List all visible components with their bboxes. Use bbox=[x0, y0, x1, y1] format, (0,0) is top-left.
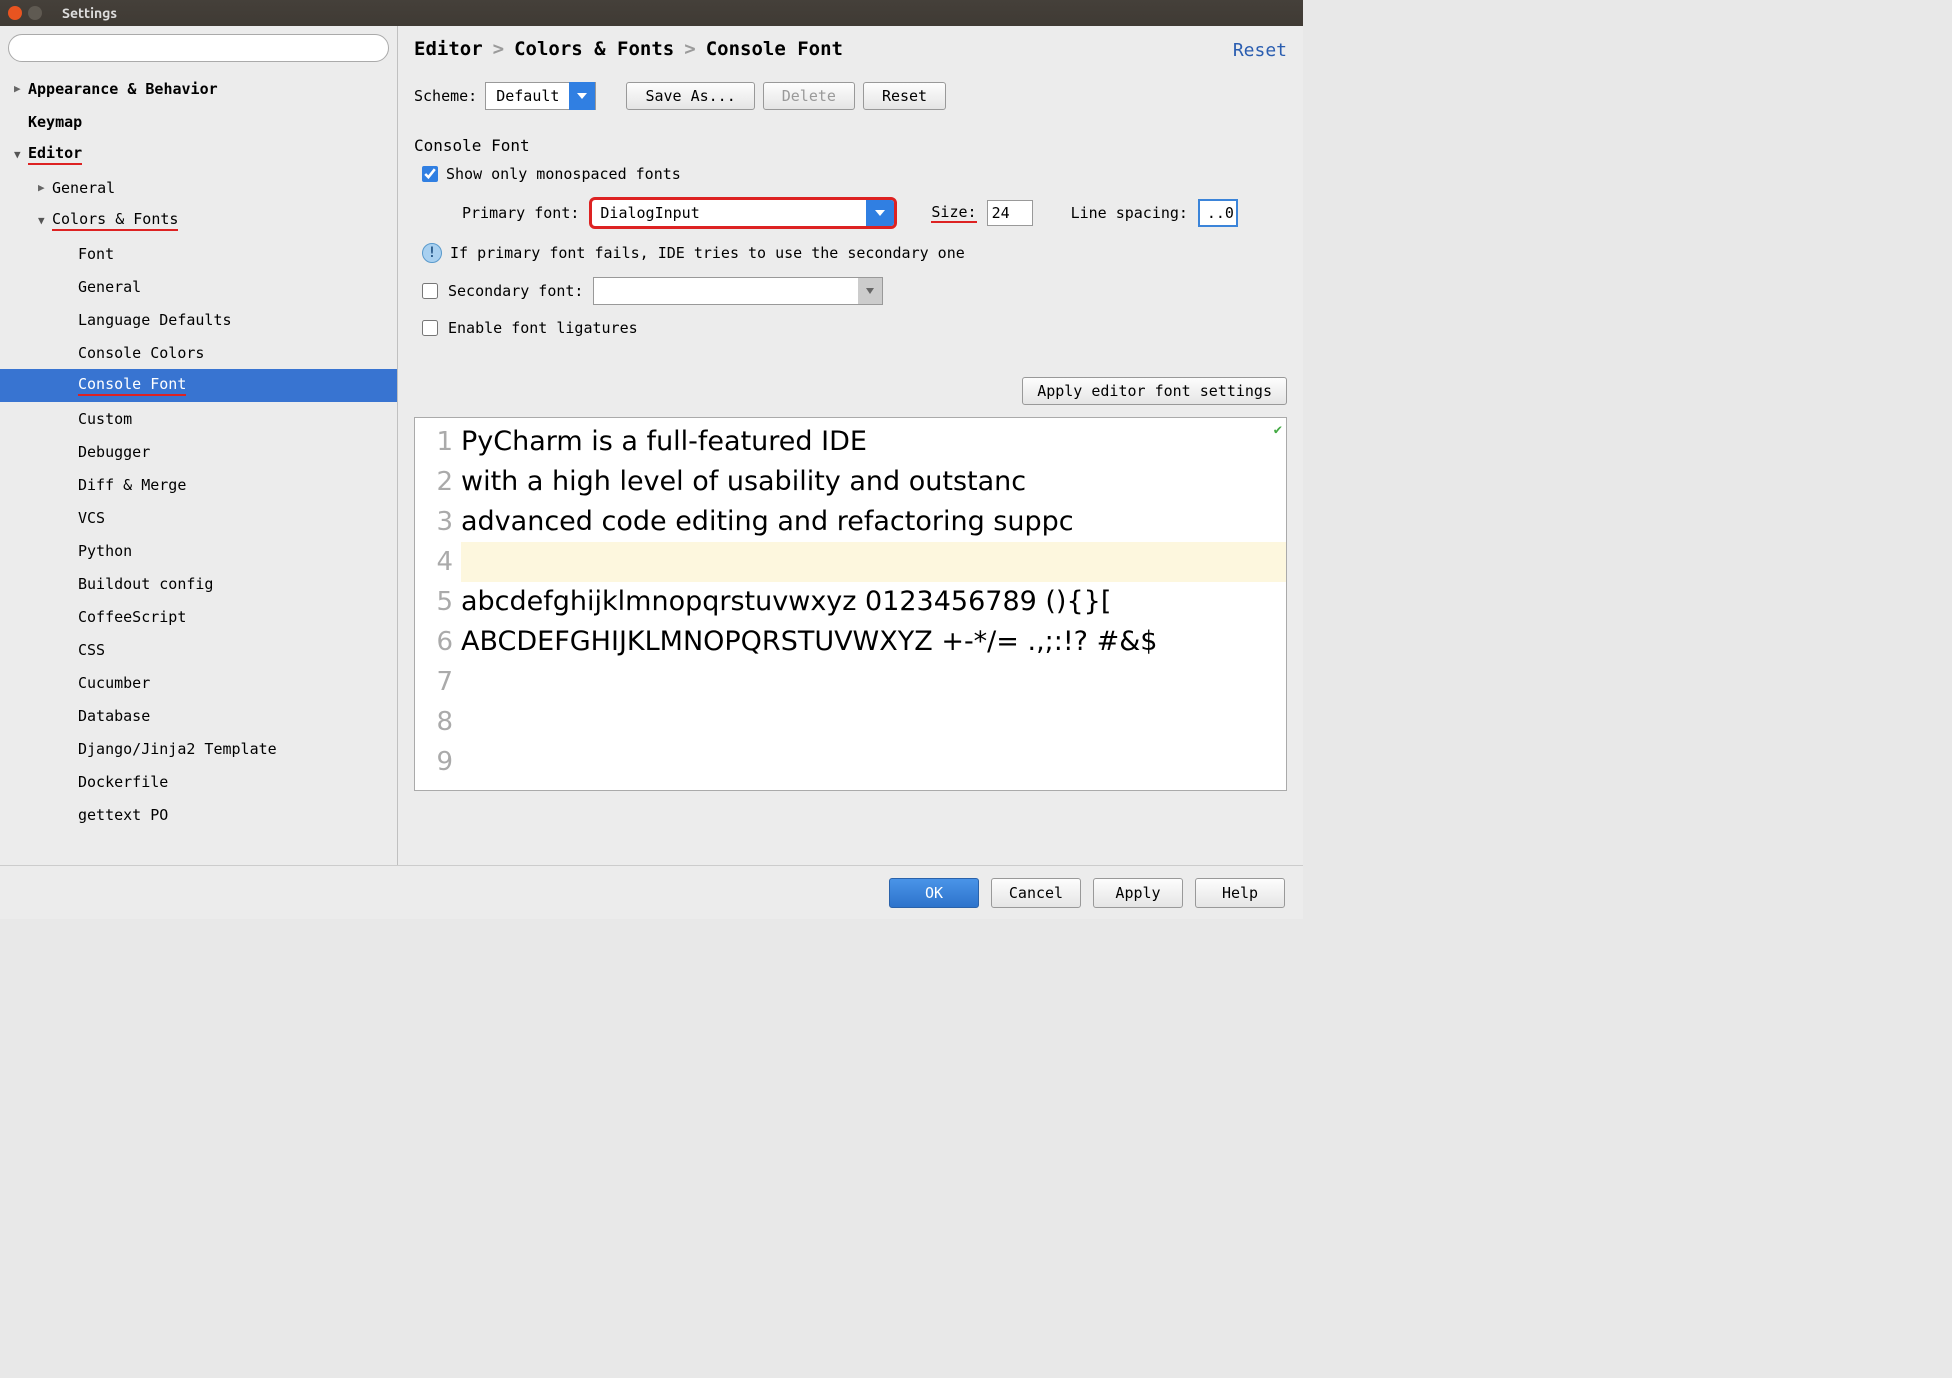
breadcrumb: Editor > Colors & Fonts > Console Font bbox=[414, 38, 1287, 60]
chevron-right-icon: > bbox=[493, 38, 504, 60]
tree-item-gettext[interactable]: gettext PO bbox=[0, 798, 397, 831]
tree-item-diff-merge[interactable]: Diff & Merge bbox=[0, 468, 397, 501]
tree-item-coffeescript[interactable]: CoffeeScript bbox=[0, 600, 397, 633]
main-panel: Editor > Colors & Fonts > Console Font R… bbox=[398, 26, 1303, 865]
minimize-icon[interactable] bbox=[28, 6, 42, 20]
scheme-select[interactable]: Default bbox=[485, 82, 596, 110]
search-input[interactable] bbox=[8, 34, 389, 62]
tree-item-cucumber[interactable]: Cucumber bbox=[0, 666, 397, 699]
breadcrumb-colors[interactable]: Colors & Fonts bbox=[514, 38, 674, 60]
show-monospaced-label: Show only monospaced fonts bbox=[446, 165, 681, 183]
settings-tree: ▶ Appearance & Behavior Keymap ▼ Editor … bbox=[0, 72, 397, 831]
primary-font-label: Primary font: bbox=[462, 204, 579, 222]
titlebar: Settings bbox=[0, 0, 1303, 26]
ok-button[interactable]: OK bbox=[889, 878, 979, 908]
ligatures-label: Enable font ligatures bbox=[448, 319, 638, 337]
delete-button: Delete bbox=[763, 82, 855, 110]
section-console-font: Console Font bbox=[414, 136, 1287, 155]
ligatures-checkbox[interactable] bbox=[422, 320, 438, 336]
tree-item-vcs[interactable]: VCS bbox=[0, 501, 397, 534]
dropdown-icon bbox=[569, 82, 595, 110]
save-as-button[interactable]: Save As... bbox=[626, 82, 754, 110]
tree-colors-fonts[interactable]: ▼ Colors & Fonts bbox=[0, 204, 397, 237]
reset-link[interactable]: Reset bbox=[1233, 40, 1287, 61]
breadcrumb-editor[interactable]: Editor bbox=[414, 38, 483, 60]
close-icon[interactable] bbox=[8, 6, 22, 20]
tree-item-css[interactable]: CSS bbox=[0, 633, 397, 666]
tree-item-language-defaults[interactable]: Language Defaults bbox=[0, 303, 397, 336]
secondary-font-label: Secondary font: bbox=[448, 282, 583, 300]
line-spacing-label: Line spacing: bbox=[1071, 204, 1188, 222]
show-monospaced-checkbox[interactable] bbox=[422, 166, 438, 182]
settings-sidebar: 🔍 ▶ Appearance & Behavior Keymap ▼ Edito… bbox=[0, 26, 398, 865]
apply-button[interactable]: Apply bbox=[1093, 878, 1183, 908]
tree-keymap[interactable]: Keymap bbox=[0, 105, 397, 138]
primary-font-select[interactable]: DialogInput bbox=[589, 197, 897, 229]
dropdown-icon bbox=[866, 200, 894, 226]
tree-item-custom[interactable]: Custom bbox=[0, 402, 397, 435]
tree-item-debugger[interactable]: Debugger bbox=[0, 435, 397, 468]
tree-item-django[interactable]: Django/Jinja2 Template bbox=[0, 732, 397, 765]
dropdown-icon bbox=[858, 278, 882, 304]
info-icon: ! bbox=[422, 243, 442, 263]
tree-appearance[interactable]: ▶ Appearance & Behavior bbox=[0, 72, 397, 105]
tree-item-dockerfile[interactable]: Dockerfile bbox=[0, 765, 397, 798]
breadcrumb-console-font: Console Font bbox=[706, 38, 843, 60]
gutter: 12345678910 bbox=[415, 418, 461, 790]
tree-item-database[interactable]: Database bbox=[0, 699, 397, 732]
help-button[interactable]: Help bbox=[1195, 878, 1285, 908]
apply-editor-font-button[interactable]: Apply editor font settings bbox=[1022, 377, 1287, 405]
check-icon: ✔ bbox=[1274, 422, 1282, 438]
tree-item-console-font[interactable]: Console Font bbox=[0, 369, 397, 402]
window-title: Settings bbox=[62, 5, 117, 21]
tree-general[interactable]: ▶ General bbox=[0, 171, 397, 204]
info-text: If primary font fails, IDE tries to use … bbox=[450, 244, 965, 262]
chevron-right-icon: ▶ bbox=[38, 181, 52, 194]
cancel-button[interactable]: Cancel bbox=[991, 878, 1081, 908]
line-spacing-input[interactable] bbox=[1198, 199, 1238, 227]
tree-item-general[interactable]: General bbox=[0, 270, 397, 303]
chevron-right-icon: > bbox=[684, 38, 695, 60]
tree-item-font[interactable]: Font bbox=[0, 237, 397, 270]
reset-button[interactable]: Reset bbox=[863, 82, 946, 110]
size-input[interactable] bbox=[987, 200, 1033, 226]
scheme-label: Scheme: bbox=[414, 87, 477, 105]
chevron-right-icon: ▶ bbox=[14, 82, 28, 95]
tree-item-python[interactable]: Python bbox=[0, 534, 397, 567]
tree-item-buildout[interactable]: Buildout config bbox=[0, 567, 397, 600]
size-label: Size: bbox=[931, 203, 976, 223]
preview-code[interactable]: PyCharm is a full-featured IDE with a hi… bbox=[461, 418, 1286, 790]
chevron-down-icon: ▼ bbox=[38, 214, 52, 227]
secondary-font-checkbox[interactable] bbox=[422, 283, 438, 299]
chevron-down-icon: ▼ bbox=[14, 148, 28, 161]
dialog-footer: OK Cancel Apply Help bbox=[0, 865, 1303, 919]
tree-editor[interactable]: ▼ Editor bbox=[0, 138, 397, 171]
font-preview: ✔ 12345678910 PyCharm is a full-featured… bbox=[414, 417, 1287, 791]
secondary-font-select[interactable] bbox=[593, 277, 883, 305]
tree-item-console-colors[interactable]: Console Colors bbox=[0, 336, 397, 369]
